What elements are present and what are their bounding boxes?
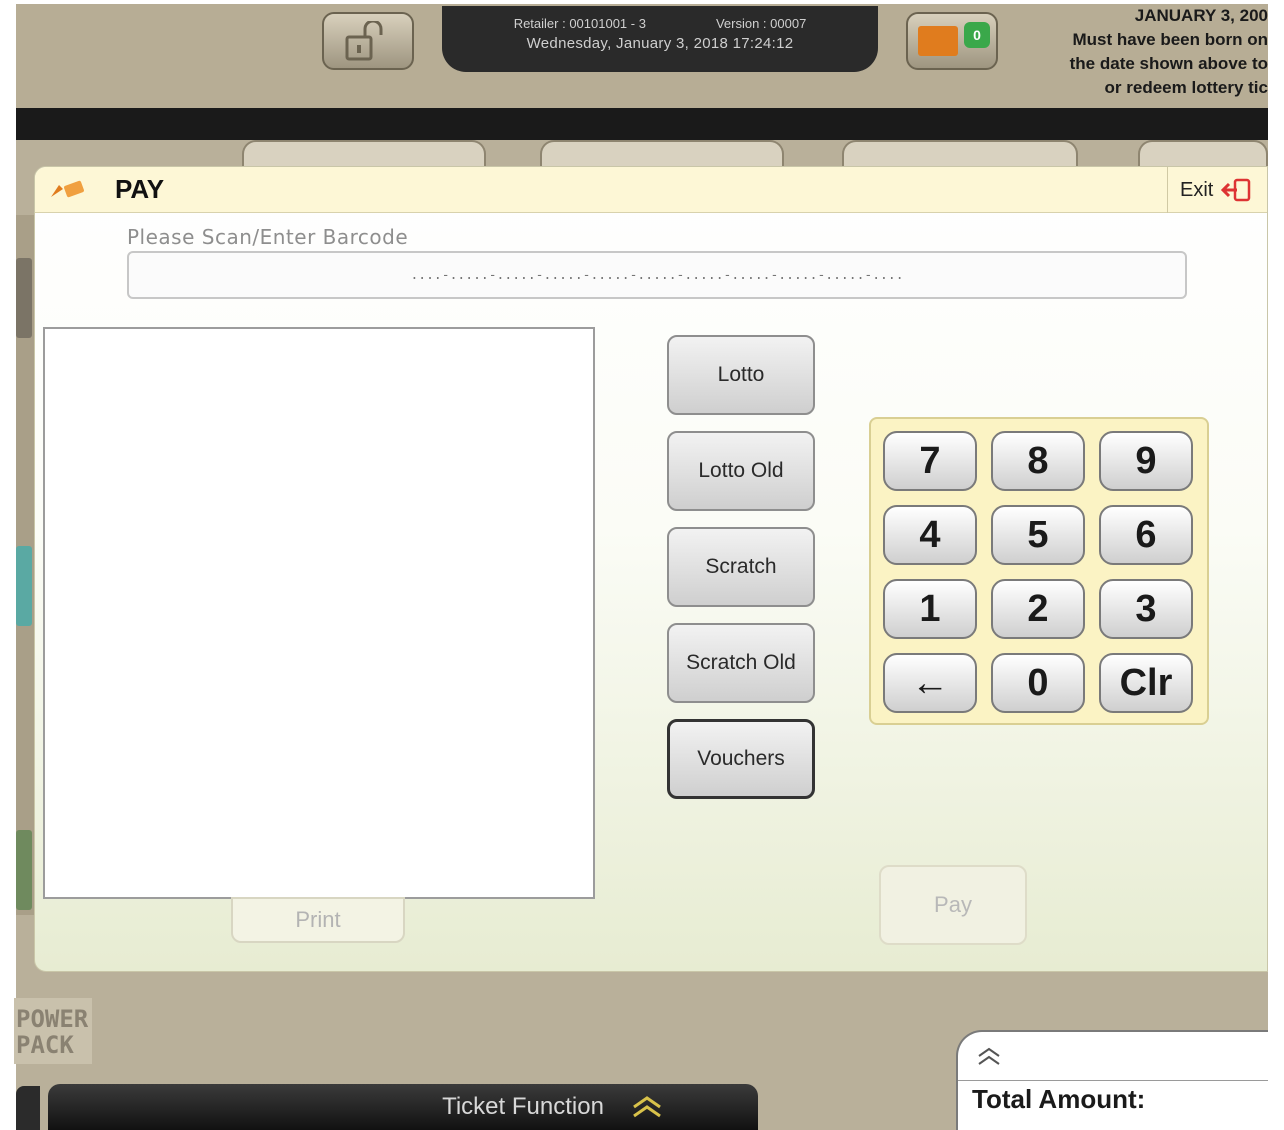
unlock-icon [345, 21, 383, 61]
background-tab[interactable] [540, 140, 784, 166]
exit-label: Exit [1180, 178, 1214, 201]
pay-hand-icon [51, 180, 84, 198]
background-tab[interactable] [842, 140, 1078, 166]
age-notice-line: or redeem lottery tic [1104, 78, 1268, 97]
power-pack-text: PACK [16, 1031, 74, 1059]
envelope-icon [918, 26, 958, 56]
keypad-key-0[interactable]: 0 [991, 653, 1085, 713]
keypad-key-7[interactable]: 7 [883, 431, 977, 491]
bottom-left-tab[interactable] [16, 1086, 40, 1130]
ticket-type-button-lotto-old[interactable]: Lotto Old [667, 431, 815, 511]
total-amount-label: Total Amount: [972, 1084, 1146, 1114]
pay-button[interactable]: Pay [879, 865, 1027, 945]
left-side-tile[interactable] [16, 830, 32, 910]
retailer-id: Retailer : 00101001 - 3 [513, 16, 646, 31]
background-tab[interactable] [242, 140, 486, 166]
print-button[interactable]: Print [231, 897, 405, 943]
messages-button[interactable]: 0 [906, 12, 998, 70]
ticket-type-button-scratch[interactable]: Scratch [667, 527, 815, 607]
top-divider-band [16, 108, 1268, 140]
background-tab[interactable] [1138, 140, 1268, 166]
keypad-backspace-key[interactable]: ← [883, 653, 977, 713]
divider [958, 1080, 1268, 1081]
ticket-type-button-vouchers[interactable]: Vouchers [667, 719, 815, 799]
keypad-key-1[interactable]: 1 [883, 579, 977, 639]
ticket-type-button-lotto[interactable]: Lotto [667, 335, 815, 415]
keypad-key-3[interactable]: 3 [1099, 579, 1193, 639]
left-side-tile[interactable] [16, 258, 32, 338]
age-notice-line: the date shown above to [1069, 54, 1268, 73]
barcode-input[interactable] [127, 251, 1187, 299]
keypad-key-9[interactable]: 9 [1099, 431, 1193, 491]
ticket-function-bar[interactable]: Ticket Function [48, 1084, 758, 1130]
double-chevron-up-icon [978, 1047, 1000, 1065]
dialog-title: PAY [115, 174, 165, 204]
keypad-key-6[interactable]: 6 [1099, 505, 1193, 565]
version-label: Version : 00007 [715, 16, 807, 31]
double-chevron-up-icon [633, 1096, 661, 1118]
total-amount-panel[interactable]: Total Amount: [956, 1030, 1268, 1130]
current-datetime: Wednesday, January 3, 2018 17:24:12 [526, 35, 794, 52]
ticket-type-button-scratch-old[interactable]: Scratch Old [667, 623, 815, 703]
keypad-key-2[interactable]: 2 [991, 579, 1085, 639]
pay-dialog: PAY Exit Please Scan/Enter Barcode Lotto… [34, 166, 1268, 972]
age-notice-line: JANUARY 3, 200 [1134, 6, 1268, 25]
barcode-label: Please Scan/Enter Barcode [127, 225, 409, 249]
exit-button[interactable]: Exit [1167, 167, 1267, 213]
age-notice-line: Must have been born on [1072, 30, 1268, 49]
keypad-key-8[interactable]: 8 [991, 431, 1085, 491]
numeric-keypad: 7 8 9 4 5 6 1 2 3 ← 0 Clr [869, 417, 1209, 725]
power-pack-text: POWER [16, 1005, 89, 1033]
ticket-results-panel [43, 327, 595, 899]
exit-icon [1221, 178, 1251, 202]
keypad-key-5[interactable]: 5 [991, 505, 1085, 565]
dialog-header: PAY Exit [35, 167, 1267, 213]
lock-button[interactable] [322, 12, 414, 70]
screen-edge [1268, 0, 1284, 1130]
retailer-info-panel: Retailer : 00101001 - 3 Version : 00007 … [442, 6, 878, 72]
ticket-function-label: Ticket Function [442, 1093, 604, 1120]
age-restriction-notice: JANUARY 3, 200 Must have been born on th… [1010, 4, 1268, 108]
message-count-badge: 0 [964, 22, 990, 48]
power-pack-logo: POWER PACK [14, 998, 92, 1064]
keypad-key-4[interactable]: 4 [883, 505, 977, 565]
keypad-clear-key[interactable]: Clr [1099, 653, 1193, 713]
left-side-tile[interactable] [16, 546, 32, 626]
